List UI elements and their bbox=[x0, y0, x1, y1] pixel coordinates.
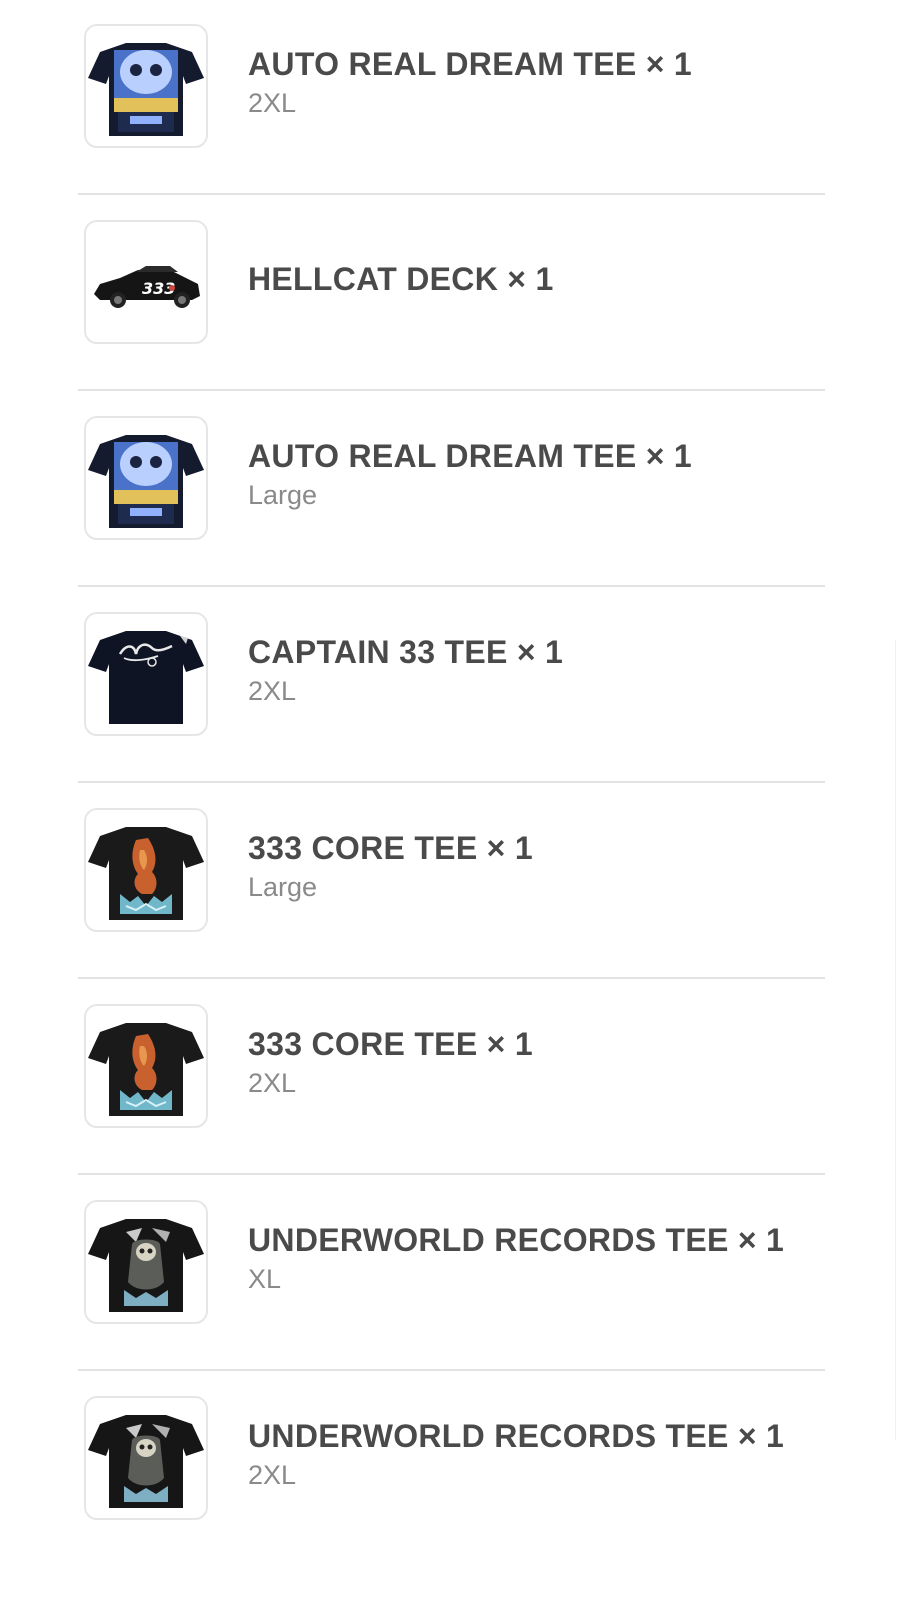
product-thumbnail[interactable] bbox=[84, 1200, 208, 1324]
product-thumbnail[interactable] bbox=[84, 1004, 208, 1128]
list-item[interactable]: 333 CORE TEE × 1 Large bbox=[78, 784, 825, 979]
item-text-block: CAPTAIN 33 TEE × 1 2XL bbox=[248, 632, 563, 708]
scroll-edge bbox=[895, 640, 896, 1440]
tee-grim-reaper-print-icon bbox=[88, 1219, 204, 1312]
list-item[interactable]: AUTO REAL DREAM TEE × 1 Large bbox=[78, 392, 825, 587]
item-variant: 2XL bbox=[248, 88, 297, 118]
tee-flame-print-icon bbox=[88, 1023, 204, 1116]
divider bbox=[78, 389, 825, 391]
item-title: UNDERWORLD RECORDS TEE × 1 bbox=[248, 1418, 785, 1454]
item-variant: XL bbox=[248, 1264, 282, 1294]
list-item[interactable]: CAPTAIN 33 TEE × 1 2XL bbox=[78, 588, 825, 783]
item-variant: Large bbox=[248, 480, 318, 510]
divider bbox=[78, 977, 825, 979]
item-text-block: AUTO REAL DREAM TEE × 1 2XL bbox=[248, 44, 692, 120]
item-title: 333 CORE TEE × 1 bbox=[248, 830, 533, 866]
race-car-deck-icon: 333 bbox=[94, 266, 200, 308]
product-thumbnail[interactable] bbox=[84, 24, 208, 148]
item-text-block: AUTO REAL DREAM TEE × 1 Large bbox=[248, 436, 692, 512]
divider bbox=[78, 1173, 825, 1175]
divider bbox=[78, 193, 825, 195]
item-text-block: 333 CORE TEE × 1 Large bbox=[248, 828, 533, 904]
item-title: UNDERWORLD RECORDS TEE × 1 bbox=[248, 1222, 785, 1258]
item-text-block: UNDERWORLD RECORDS TEE × 1 XL bbox=[248, 1220, 784, 1296]
product-thumbnail[interactable] bbox=[84, 1396, 208, 1520]
tee-skull-print-icon bbox=[88, 435, 204, 528]
item-title: 333 CORE TEE × 1 bbox=[248, 1026, 533, 1062]
product-thumbnail[interactable] bbox=[84, 416, 208, 540]
list-item[interactable]: AUTO REAL DREAM TEE × 1 2XL bbox=[78, 0, 825, 195]
order-item-list: AUTO REAL DREAM TEE × 1 2XL 333 HELLCAT … bbox=[0, 0, 920, 1600]
list-item[interactable]: 333 HELLCAT DECK × 1 bbox=[78, 196, 825, 391]
item-text-block: HELLCAT DECK × 1 bbox=[248, 259, 554, 299]
divider bbox=[78, 1369, 825, 1371]
product-thumbnail[interactable]: 333 bbox=[84, 220, 208, 344]
item-title: AUTO REAL DREAM TEE × 1 bbox=[248, 438, 693, 474]
item-title: CAPTAIN 33 TEE × 1 bbox=[248, 634, 564, 670]
list-item[interactable]: 333 CORE TEE × 1 2XL bbox=[78, 980, 825, 1175]
item-variant: 2XL bbox=[248, 1068, 297, 1098]
item-title: HELLCAT DECK × 1 bbox=[248, 261, 554, 297]
product-thumbnail[interactable] bbox=[84, 808, 208, 932]
divider bbox=[78, 585, 825, 587]
product-thumbnail[interactable] bbox=[84, 612, 208, 736]
tee-script-logo-icon bbox=[88, 631, 204, 724]
list-item[interactable]: UNDERWORLD RECORDS TEE × 1 XL bbox=[78, 1176, 825, 1371]
tee-flame-print-icon bbox=[88, 827, 204, 920]
tee-grim-reaper-print-icon bbox=[88, 1415, 204, 1508]
item-variant: 2XL bbox=[248, 676, 297, 706]
item-text-block: 333 CORE TEE × 1 2XL bbox=[248, 1024, 533, 1100]
item-variant: 2XL bbox=[248, 1460, 297, 1490]
item-title: AUTO REAL DREAM TEE × 1 bbox=[248, 46, 693, 82]
divider bbox=[78, 781, 825, 783]
item-variant: Large bbox=[248, 872, 318, 902]
list-item[interactable]: UNDERWORLD RECORDS TEE × 1 2XL bbox=[78, 1372, 825, 1567]
tee-skull-print-icon bbox=[88, 43, 204, 136]
item-text-block: UNDERWORLD RECORDS TEE × 1 2XL bbox=[248, 1416, 784, 1492]
